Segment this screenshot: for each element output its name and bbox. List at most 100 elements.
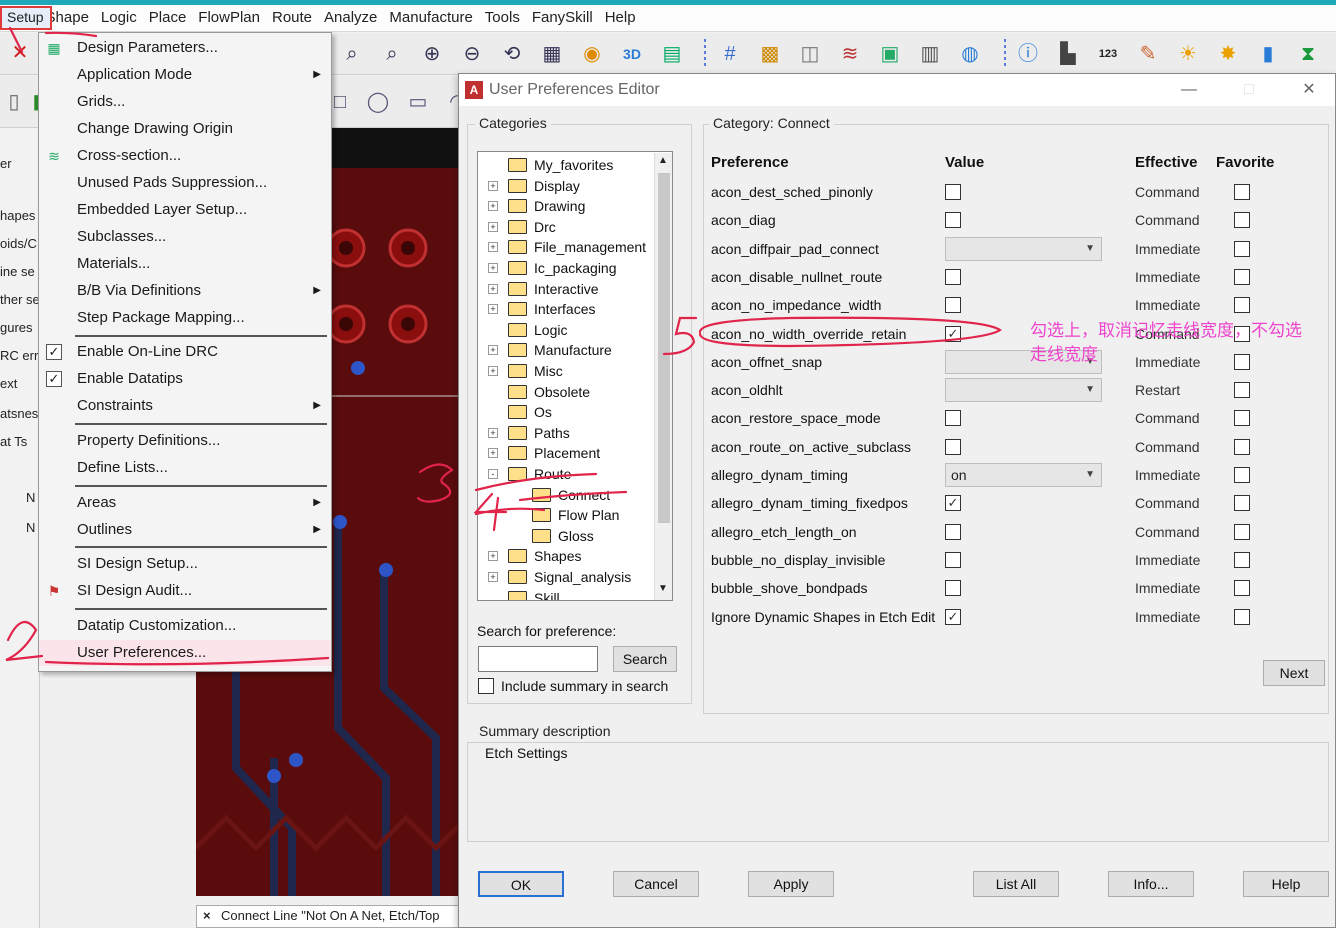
category-tree[interactable]: ▲ ▼ My_favorites + Display + Drawing + Drc + Fil…: [477, 151, 673, 601]
close-status-icon[interactable]: ×: [203, 908, 211, 923]
redraw-icon[interactable]: ◉: [578, 40, 606, 68]
preference-value-select[interactable]: ▼: [945, 236, 1102, 261]
favorite-checkbox[interactable]: [1234, 608, 1250, 625]
scroll-down-icon[interactable]: ▼: [658, 583, 668, 594]
scroll-up-icon[interactable]: ▲: [658, 155, 668, 166]
preference-value-checkbox[interactable]: [945, 184, 961, 200]
menu-item-datatip-customization[interactable]: Datatip Customization...: [39, 613, 331, 639]
preference-value-checkbox[interactable]: [945, 212, 961, 229]
preference-value-checkbox[interactable]: [945, 551, 961, 568]
measure-icon[interactable]: 123: [1094, 40, 1122, 68]
menu-setup[interactable]: Setup: [0, 6, 52, 30]
maximize-icon[interactable]: □: [1231, 78, 1267, 102]
highlight-icon[interactable]: ✎: [1134, 40, 1162, 68]
menu-item-subclasses[interactable]: Subclasses...: [39, 224, 331, 250]
grid-icon[interactable]: #: [716, 40, 744, 68]
menu-item-embedded-layer-setup[interactable]: Embedded Layer Setup...: [39, 197, 331, 223]
search-button[interactable]: Search: [613, 646, 677, 672]
tree-expander-icon[interactable]: +: [488, 221, 498, 232]
preference-value-checkbox[interactable]: [945, 297, 961, 314]
menu-item-cross-section[interactable]: ≋ Cross-section...: [39, 143, 331, 169]
tree-expander-icon[interactable]: +: [488, 304, 498, 315]
favorite-checkbox[interactable]: [1234, 212, 1250, 229]
favorite-checkbox[interactable]: [1234, 297, 1250, 314]
preference-value-checkbox[interactable]: [945, 410, 961, 427]
menu-analyze[interactable]: Analyze: [318, 7, 383, 29]
bars-icon[interactable]: ▮: [1254, 40, 1282, 68]
menu-item-materials[interactable]: Materials...: [39, 251, 331, 277]
help-button[interactable]: Help: [1243, 871, 1329, 897]
flip-icon[interactable]: ▤: [658, 40, 686, 68]
favorite-checkbox[interactable]: [1234, 410, 1250, 427]
layers-icon[interactable]: ◫: [796, 40, 824, 68]
preference-value-checkbox[interactable]: [945, 580, 961, 597]
favorite-checkbox[interactable]: [1234, 438, 1250, 455]
menu-item-application-mode[interactable]: Application Mode ▶: [39, 62, 331, 88]
tree-expander-icon[interactable]: +: [488, 283, 498, 294]
ok-button[interactable]: OK: [478, 871, 564, 897]
search-input[interactable]: [478, 646, 598, 672]
info-button[interactable]: Info...: [1108, 871, 1194, 897]
favorite-checkbox[interactable]: [1234, 495, 1250, 512]
preference-value-select[interactable]: ▼: [945, 378, 1102, 403]
include-summary-checkbox[interactable]: [478, 678, 494, 694]
favorite-checkbox[interactable]: [1234, 268, 1250, 285]
zoom-in-icon[interactable]: ⊕: [418, 40, 446, 68]
tree-expander-icon[interactable]: +: [488, 242, 498, 253]
design-parameters-icon[interactable]: ▥: [916, 40, 944, 68]
menu-item-change-drawing-origin[interactable]: Change Drawing Origin: [39, 116, 331, 142]
hourglass-icon[interactable]: ⧗: [1294, 40, 1322, 68]
preference-value-checkbox[interactable]: [945, 268, 961, 285]
menu-item-enable-datatips[interactable]: ✓ Enable Datatips: [39, 366, 331, 392]
menu-item-constraints[interactable]: Constraints ▶: [39, 393, 331, 419]
info-icon[interactable]: ⓘ: [1014, 40, 1042, 68]
tree-expander-icon[interactable]: +: [488, 572, 498, 582]
tree-scrollbar[interactable]: ▲ ▼: [654, 153, 672, 600]
menu-item-design-parameters[interactable]: ▦ Design Parameters...: [39, 35, 331, 61]
menu-item-outlines[interactable]: Outlines ▶: [39, 517, 331, 543]
list-all-button[interactable]: List All: [973, 871, 1059, 897]
next-button[interactable]: Next: [1263, 660, 1325, 686]
preference-value-checkbox[interactable]: ✓: [945, 495, 961, 512]
menu-route[interactable]: Route: [266, 7, 318, 29]
menu-logic[interactable]: Logic: [95, 7, 143, 29]
menu-manufacture[interactable]: Manufacture: [383, 7, 478, 29]
preference-value-checkbox[interactable]: [945, 438, 961, 455]
favorite-checkbox[interactable]: [1234, 523, 1250, 540]
tree-expander-icon[interactable]: +: [488, 180, 498, 191]
menu-item-enable-on-line-drc[interactable]: ✓ Enable On-Line DRC: [39, 339, 331, 365]
menu-item-b-b-via-definitions[interactable]: B/B Via Definitions ▶: [39, 278, 331, 304]
dehighlight-icon[interactable]: ✸: [1214, 40, 1242, 68]
box-icon[interactable]: ▭: [404, 88, 432, 116]
zoom-fit-icon[interactable]: ⌕: [338, 40, 366, 68]
close-red-icon[interactable]: ✕: [6, 39, 34, 67]
menu-item-user-preferences[interactable]: User Preferences...: [39, 640, 331, 666]
menu-item-property-definitions[interactable]: Property Definitions...: [39, 428, 331, 454]
menu-help[interactable]: Help: [599, 7, 642, 29]
favorite-checkbox[interactable]: [1234, 353, 1250, 370]
favorite-checkbox[interactable]: [1234, 382, 1250, 399]
tree-expander-icon[interactable]: +: [488, 448, 498, 459]
color-icon[interactable]: ▩: [756, 40, 784, 68]
tree-expander-icon[interactable]: +: [488, 551, 498, 562]
tree-expander-icon[interactable]: +: [488, 427, 498, 438]
preference-value-checkbox[interactable]: ✓: [945, 608, 961, 625]
menu-flowplan[interactable]: FlowPlan: [192, 7, 266, 29]
preference-value-checkbox[interactable]: ✓: [945, 325, 961, 342]
favorite-checkbox[interactable]: [1234, 580, 1250, 597]
preference-value-checkbox[interactable]: [945, 523, 961, 540]
tree-expander-icon[interactable]: +: [488, 263, 498, 273]
constraint-manager-icon[interactable]: ▣: [876, 40, 904, 68]
cross-section-icon[interactable]: ≋: [836, 40, 864, 68]
menu-place[interactable]: Place: [143, 7, 193, 29]
menu-item-grids[interactable]: Grids...: [39, 89, 331, 115]
zoom-world-icon[interactable]: ▦: [538, 40, 566, 68]
menu-item-si-design-audit[interactable]: ⚑ SI Design Audit...: [39, 578, 331, 604]
circle-icon[interactable]: ◯: [364, 88, 392, 116]
3d-view-icon[interactable]: 3D: [618, 40, 646, 68]
minimize-icon[interactable]: —: [1171, 78, 1207, 102]
menu-item-unused-pads-suppression[interactable]: Unused Pads Suppression...: [39, 170, 331, 196]
scroll-thumb[interactable]: [658, 173, 670, 523]
tree-expander-icon[interactable]: +: [488, 201, 498, 212]
apply-button[interactable]: Apply: [748, 871, 834, 897]
